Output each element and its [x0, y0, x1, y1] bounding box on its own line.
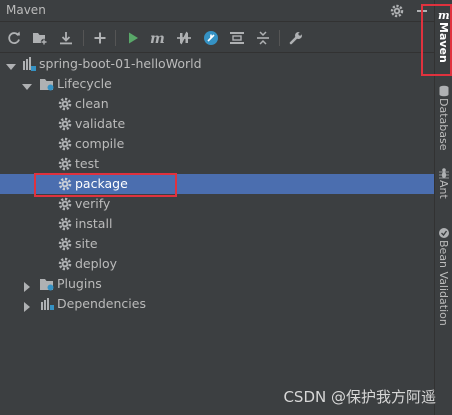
- gear-icon: [57, 116, 73, 132]
- dependencies-icon: [39, 296, 55, 312]
- goal-verify[interactable]: verify: [0, 194, 434, 214]
- settings-wrench-icon[interactable]: [287, 29, 305, 47]
- goal-validate[interactable]: validate: [0, 114, 434, 134]
- maven-projects-tree: spring-boot-01-helloWorld Lifecycle clea…: [0, 54, 434, 415]
- execute-goal-icon[interactable]: m: [149, 29, 167, 47]
- gear-icon: [57, 196, 73, 212]
- goal-label: site: [75, 236, 98, 251]
- tree-item-dependencies[interactable]: Dependencies: [0, 294, 434, 314]
- svg-text:m: m: [150, 31, 165, 46]
- plus-icon[interactable]: [91, 29, 109, 47]
- goal-label: compile: [75, 136, 125, 151]
- lifecycle-folder-icon: [39, 76, 55, 92]
- tab-database-label: Database: [437, 98, 450, 151]
- goal-deploy[interactable]: deploy: [0, 254, 434, 274]
- tool-window-header: Maven: [0, 0, 434, 22]
- gear-icon: [57, 236, 73, 252]
- tool-window-title: Maven: [6, 3, 46, 17]
- watermark: CSDN @保护我方阿遥: [283, 388, 436, 406]
- tab-bean-validation-label: Bean Validation: [437, 240, 450, 326]
- maven-project-icon: [21, 56, 37, 72]
- lifecycle-label: Lifecycle: [57, 76, 112, 91]
- expand-arrow-icon[interactable]: [21, 78, 33, 90]
- plugins-label: Plugins: [57, 276, 102, 291]
- gear-icon: [57, 216, 73, 232]
- dependencies-label: Dependencies: [57, 296, 146, 311]
- gear-icon: [57, 156, 73, 172]
- gear-icon: [57, 96, 73, 112]
- maven-toolbar: m: [0, 23, 434, 53]
- tab-bean-validation[interactable]: Bean Validation: [435, 222, 452, 332]
- gear-icon[interactable]: [389, 3, 405, 19]
- goal-label: test: [75, 156, 100, 171]
- annotation-highlight-maven-tab: [421, 4, 452, 76]
- tab-ant[interactable]: Ant: [435, 162, 452, 222]
- goal-test[interactable]: test: [0, 154, 434, 174]
- collapsed-arrow-icon[interactable]: [21, 278, 33, 292]
- tree-item-lifecycle[interactable]: Lifecycle: [0, 74, 434, 94]
- gear-icon: [57, 136, 73, 152]
- goal-install[interactable]: install: [0, 214, 434, 234]
- gear-icon: [57, 256, 73, 272]
- skip-tests-icon[interactable]: [202, 29, 220, 47]
- tab-database[interactable]: Database: [435, 80, 452, 160]
- tree-item-plugins[interactable]: Plugins: [0, 274, 434, 294]
- tree-item-project[interactable]: spring-boot-01-helloWorld: [0, 54, 434, 74]
- tab-ant-label: Ant: [437, 180, 450, 199]
- goal-compile[interactable]: compile: [0, 134, 434, 154]
- goal-label: validate: [75, 116, 126, 131]
- expand-arrow-icon[interactable]: [5, 58, 17, 70]
- goal-label: clean: [75, 96, 109, 111]
- annotation-highlight-package: [34, 173, 177, 197]
- maven-tool-window: Maven m spring-boot-01-helloWorld Lifecy…: [0, 0, 452, 415]
- refresh-icon[interactable]: [5, 29, 23, 47]
- run-icon[interactable]: [124, 29, 142, 47]
- goal-site[interactable]: site: [0, 234, 434, 254]
- collapsed-arrow-icon[interactable]: [21, 298, 33, 312]
- goal-label: deploy: [75, 256, 118, 271]
- toggle-offline-icon[interactable]: [175, 29, 193, 47]
- goal-clean[interactable]: clean: [0, 94, 434, 114]
- goal-label: verify: [75, 196, 111, 211]
- plugins-folder-icon: [39, 276, 55, 292]
- goal-label: install: [75, 216, 113, 231]
- collapse-all-icon[interactable]: [254, 29, 272, 47]
- project-name: spring-boot-01-helloWorld: [39, 56, 202, 71]
- add-maven-projects-icon[interactable]: [31, 29, 49, 47]
- download-icon[interactable]: [57, 29, 75, 47]
- show-dependencies-icon[interactable]: [228, 29, 246, 47]
